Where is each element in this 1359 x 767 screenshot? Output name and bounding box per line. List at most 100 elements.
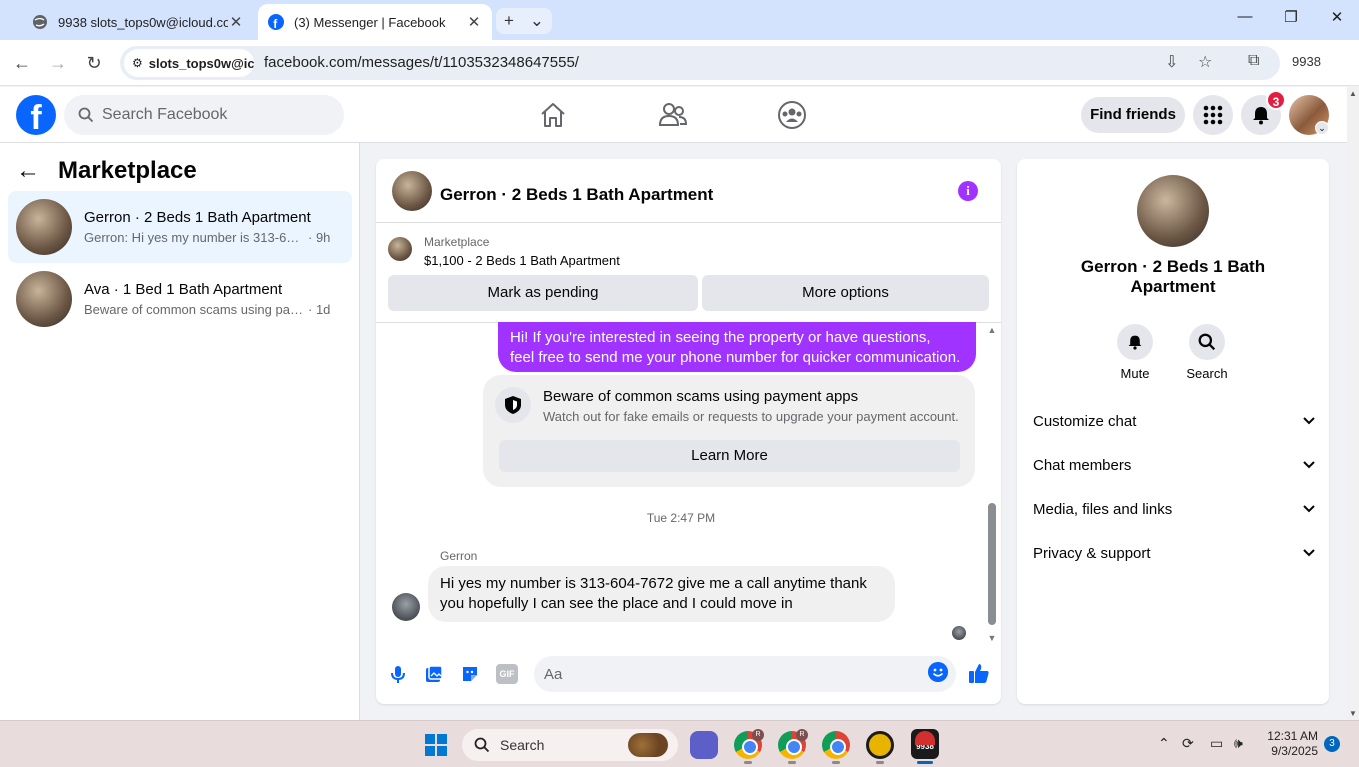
windows-start-icon[interactable] bbox=[425, 734, 447, 756]
chat-header: Gerron · 2 Beds 1 Bath Apartment i bbox=[376, 159, 1001, 223]
groups-icon[interactable] bbox=[776, 99, 808, 131]
gif-icon[interactable]: GIF bbox=[496, 664, 518, 684]
contact-avatar[interactable] bbox=[1137, 175, 1209, 247]
tab-search-button[interactable]: ⌄ bbox=[530, 11, 544, 31]
sender-avatar[interactable] bbox=[392, 593, 420, 621]
conversation-item[interactable]: Gerron · 2 Beds 1 Bath Apartment Gerron:… bbox=[8, 191, 352, 263]
message-input[interactable] bbox=[544, 665, 904, 683]
page-title: Marketplace bbox=[58, 157, 197, 184]
search-input[interactable] bbox=[102, 106, 322, 124]
scroll-down-icon[interactable]: ▼ bbox=[987, 633, 997, 643]
clock-time: 12:31 AM bbox=[1267, 729, 1318, 743]
facebook-search[interactable] bbox=[64, 95, 344, 135]
new-tab-button[interactable]: + bbox=[504, 11, 514, 31]
scroll-up-icon[interactable]: ▲ bbox=[1347, 89, 1359, 98]
incoming-message[interactable]: Hi yes my number is 313-604-7672 give me… bbox=[428, 566, 895, 622]
tab-close-icon[interactable]: ✕ bbox=[466, 13, 482, 31]
photo-icon[interactable] bbox=[424, 664, 444, 684]
chat-avatar[interactable] bbox=[392, 171, 432, 211]
app-9938-icon[interactable]: 9938 bbox=[911, 729, 939, 759]
address-bar[interactable]: ⚙ slots_tops0w@ic... facebook.com/messag… bbox=[120, 46, 1280, 80]
taskbar-search[interactable]: Search bbox=[462, 729, 678, 761]
site-info-chip[interactable]: ⚙ slots_tops0w@ic... bbox=[124, 49, 254, 77]
tab-icloud[interactable]: 9938 slots_tops0w@icloud.com ✕ bbox=[22, 4, 254, 40]
chrome-app-icon[interactable] bbox=[822, 731, 850, 759]
info-icon[interactable]: i bbox=[958, 181, 978, 201]
chat-members-section[interactable]: Chat members bbox=[1033, 453, 1315, 477]
scrollbar-thumb[interactable] bbox=[988, 503, 996, 625]
scroll-up-icon[interactable]: ▲ bbox=[987, 325, 997, 335]
learn-more-button[interactable]: Learn More bbox=[499, 440, 960, 472]
tab-messenger[interactable]: f (3) Messenger | Facebook ✕ bbox=[258, 4, 492, 40]
menu-button[interactable] bbox=[1193, 95, 1233, 135]
search-highlight-image bbox=[628, 733, 668, 757]
windows-taskbar: Search R R 9938 ⌃ ⟳ ▭ 🕪 12:31 AM 9/3/202… bbox=[0, 720, 1359, 767]
bookmark-star-icon[interactable]: ☆ bbox=[1198, 52, 1212, 72]
app-x-icon[interactable] bbox=[866, 731, 894, 759]
chat-title[interactable]: Gerron · 2 Beds 1 Bath Apartment bbox=[440, 185, 713, 205]
system-clock[interactable]: 12:31 AM 9/3/2025 bbox=[1262, 729, 1318, 759]
back-arrow-icon[interactable]: ← bbox=[16, 157, 40, 185]
customize-chat-section[interactable]: Customize chat bbox=[1033, 409, 1315, 433]
browser-toolbar: ← → ↻ ⚙ slots_tops0w@ic... facebook.com/… bbox=[0, 40, 1359, 86]
chevron-down-icon bbox=[1303, 549, 1315, 557]
scroll-down-icon[interactable]: ▼ bbox=[1347, 709, 1359, 718]
reload-icon[interactable]: ↻ bbox=[82, 51, 106, 75]
section-label: Chat members bbox=[1033, 456, 1132, 474]
facebook-logo[interactable]: f bbox=[16, 95, 56, 135]
home-icon[interactable] bbox=[537, 99, 569, 131]
search-icon bbox=[474, 737, 490, 753]
thumbs-up-icon[interactable] bbox=[968, 662, 990, 684]
media-files-links-section[interactable]: Media, files and links bbox=[1033, 497, 1315, 521]
extensions-icon[interactable]: ⧉ bbox=[1248, 52, 1259, 70]
emoji-icon[interactable] bbox=[928, 662, 948, 682]
friends-icon[interactable] bbox=[657, 99, 689, 131]
browser-tab-strip: 9938 slots_tops0w@icloud.com ✕ f (3) Mes… bbox=[0, 0, 1359, 40]
volume-icon[interactable]: 🕪 bbox=[1234, 735, 1243, 752]
clock-date: 9/3/2025 bbox=[1271, 744, 1318, 758]
scam-title: Beware of common scams using payment app… bbox=[543, 388, 859, 405]
url-text[interactable]: facebook.com/messages/t/1103532348647555… bbox=[264, 54, 579, 71]
grid-menu-icon bbox=[1203, 105, 1223, 125]
running-indicator bbox=[876, 761, 884, 764]
chevron-up-icon[interactable]: ⌃ bbox=[1158, 735, 1170, 752]
profile-label[interactable]: 9938 bbox=[1292, 54, 1321, 69]
find-friends-button[interactable]: Find friends bbox=[1081, 97, 1185, 133]
install-app-icon[interactable]: ⇩ bbox=[1165, 52, 1178, 72]
running-indicator bbox=[832, 761, 840, 764]
meet-app-icon[interactable] bbox=[690, 731, 718, 759]
outgoing-message[interactable]: Hi! If you're interested in seeing the p… bbox=[498, 322, 976, 372]
display-icon[interactable]: ▭ bbox=[1210, 735, 1223, 752]
maximize-button[interactable]: ❐ bbox=[1271, 8, 1311, 26]
mute-button[interactable]: Mute bbox=[1105, 324, 1165, 381]
search-label: Search bbox=[1186, 366, 1228, 381]
listing-thumbnail bbox=[16, 199, 72, 255]
message-timestamp: Tue 2:47 PM bbox=[646, 511, 716, 525]
listing-thumbnail bbox=[388, 237, 412, 261]
tab-close-icon[interactable]: ✕ bbox=[228, 13, 244, 31]
running-indicator bbox=[744, 761, 752, 764]
tab-title: 9938 slots_tops0w@icloud.com bbox=[58, 14, 228, 30]
forward-arrow-icon[interactable]: → bbox=[46, 51, 70, 75]
mark-as-pending-button[interactable]: Mark as pending bbox=[388, 275, 698, 311]
close-window-button[interactable]: ✕ bbox=[1317, 8, 1357, 26]
notification-center-badge[interactable]: 3 bbox=[1324, 736, 1340, 752]
section-label: Media, files and links bbox=[1033, 500, 1173, 518]
minimize-button[interactable]: — bbox=[1225, 8, 1265, 25]
section-label: Customize chat bbox=[1033, 412, 1137, 430]
conversation-name: Ava · 1 Bed 1 Bath Apartment bbox=[84, 281, 283, 298]
conversation-item[interactable]: Ava · 1 Bed 1 Bath Apartment Beware of c… bbox=[8, 263, 352, 335]
chat-scrollbar[interactable]: ▲ ▼ bbox=[987, 325, 997, 643]
back-arrow-icon[interactable]: ← bbox=[10, 51, 34, 75]
listing-summary[interactable]: Marketplace $1,100 - 2 Beds 1 Bath Apart… bbox=[388, 235, 620, 268]
page-scrollbar[interactable]: ▲ ▼ bbox=[1347, 87, 1359, 720]
search-conversation-button[interactable]: Search bbox=[1177, 324, 1237, 381]
microphone-icon[interactable] bbox=[388, 664, 408, 684]
chevron-down-icon[interactable]: ⌄ bbox=[1315, 121, 1329, 135]
message-line: Hi yes my number is 313-604-7672 give me… bbox=[440, 575, 867, 592]
sync-icon[interactable]: ⟳ bbox=[1182, 735, 1194, 752]
more-options-button[interactable]: More options bbox=[702, 275, 989, 311]
sticker-icon[interactable] bbox=[460, 664, 480, 684]
message-input-box[interactable] bbox=[534, 656, 956, 692]
privacy-support-section[interactable]: Privacy & support bbox=[1033, 541, 1315, 565]
